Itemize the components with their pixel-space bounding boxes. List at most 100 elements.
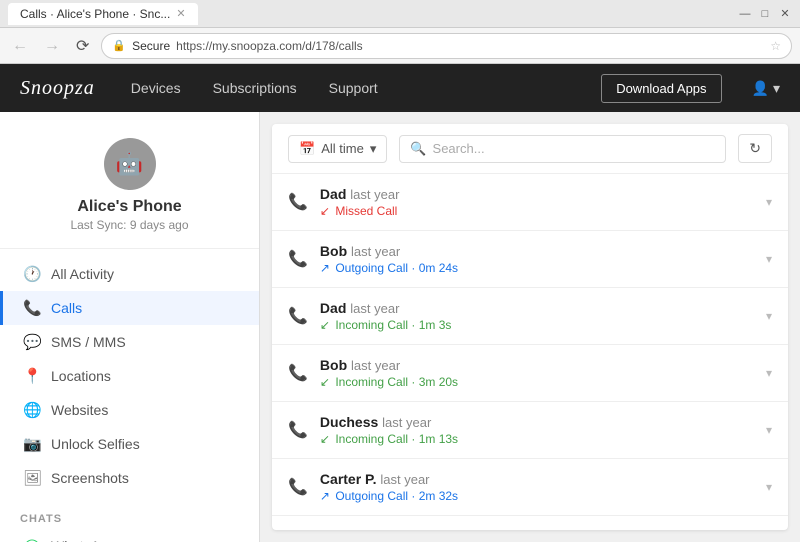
user-chevron-icon: ▾ <box>773 80 780 97</box>
call-item[interactable]: 📞 Lil' Bill last year ↙ Missed Call ▾ <box>272 516 788 530</box>
phone-icon: 📞 <box>288 363 308 383</box>
sidebar-chat-label: WhatsApp <box>51 538 116 542</box>
call-details: Bob last year ↙ Incoming Call · 3m 20s <box>320 357 766 389</box>
sidebar-nav-icon: 📞 <box>23 299 41 317</box>
refresh-button[interactable]: ↻ <box>738 134 772 163</box>
nav-devices[interactable]: Devices <box>125 76 187 100</box>
call-direction-icon: ↙ <box>320 432 330 446</box>
sidebar-nav-icon: 🌐 <box>23 401 41 419</box>
url-text: https://my.snoopza.com/d/178/calls <box>176 39 363 53</box>
call-type-label: Incoming Call · 1m 3s <box>335 318 451 332</box>
call-item[interactable]: 📞 Dad last year ↙ Missed Call ▾ <box>272 174 788 231</box>
call-details: Dad last year ↙ Incoming Call · 1m 3s <box>320 300 766 332</box>
call-item[interactable]: 📞 Duchess last year ↙ Incoming Call · 1m… <box>272 402 788 459</box>
user-menu-button[interactable]: 👤 ▾ <box>752 80 780 97</box>
sidebar-item-label: All Activity <box>51 266 114 282</box>
call-type-label: Incoming Call · 3m 20s <box>335 375 458 389</box>
sidebar-item-label: SMS / MMS <box>51 334 126 350</box>
nav-support[interactable]: Support <box>323 76 384 100</box>
expand-icon[interactable]: ▾ <box>766 366 772 380</box>
phone-name: Alice's Phone <box>16 198 243 216</box>
expand-icon[interactable]: ▾ <box>766 480 772 494</box>
nav-subscriptions[interactable]: Subscriptions <box>207 76 303 100</box>
tab-close-icon[interactable]: ✕ <box>176 7 185 20</box>
bookmark-icon[interactable]: ☆ <box>770 39 781 53</box>
call-meta: ↙ Incoming Call · 1m 13s <box>320 432 766 446</box>
call-item[interactable]: 📞 Bob last year ↗ Outgoing Call · 0m 24s… <box>272 231 788 288</box>
main-content: 📅 All time ▾ 🔍 Search... ↻ 📞 Dad last ye… <box>272 124 788 530</box>
call-meta: ↙ Missed Call <box>320 204 766 218</box>
sidebar-nav-icon: 📷 <box>23 435 41 453</box>
whatsapp-icon: ◯ <box>23 537 41 542</box>
time-filter-button[interactable]: 📅 All time ▾ <box>288 135 387 163</box>
sync-status: Last Sync: 9 days ago <box>16 218 243 232</box>
phone-icon: 📞 <box>288 192 308 212</box>
sidebar-nav: 🕐 All Activity 📞 Calls 💬 SMS / MMS 📍 Loc… <box>0 249 259 503</box>
browser-tab[interactable]: Calls · Alice's Phone · Snc... ✕ <box>8 3 198 25</box>
call-item[interactable]: 📞 Bob last year ↙ Incoming Call · 3m 20s… <box>272 345 788 402</box>
call-type-label: Outgoing Call · 2m 32s <box>335 489 458 503</box>
url-bar[interactable]: 🔒 Secure https://my.snoopza.com/d/178/ca… <box>101 33 792 59</box>
download-apps-button[interactable]: Download Apps <box>601 74 721 103</box>
sidebar-item-unlock-selfies[interactable]: 📷 Unlock Selfies <box>0 427 259 461</box>
call-meta: ↙ Incoming Call · 3m 20s <box>320 375 766 389</box>
call-type-label: Incoming Call · 1m 13s <box>335 432 458 446</box>
call-direction-icon: ↙ <box>320 375 330 389</box>
call-contact-name: Duchess last year <box>320 414 766 430</box>
maximize-icon[interactable]: □ <box>758 7 772 21</box>
call-meta: ↗ Outgoing Call · 2m 32s <box>320 489 766 503</box>
call-contact-name: Lil' Bill last year <box>320 528 766 530</box>
call-contact-name: Carter P. last year <box>320 471 766 487</box>
call-direction-icon: ↙ <box>320 318 330 332</box>
calendar-icon: 📅 <box>299 141 315 157</box>
phone-icon: 📞 <box>288 306 308 326</box>
address-bar: ← → ⟳ 🔒 Secure https://my.snoopza.com/d/… <box>0 28 800 64</box>
expand-icon[interactable]: ▾ <box>766 252 772 266</box>
tab-title: Calls · Alice's Phone · Snc... <box>20 7 170 21</box>
call-contact-name: Bob last year <box>320 357 766 373</box>
search-icon: 🔍 <box>410 141 426 157</box>
call-contact-name: Dad last year <box>320 300 766 316</box>
close-icon[interactable]: ✕ <box>778 7 792 21</box>
sidebar-item-calls[interactable]: 📞 Calls <box>0 291 259 325</box>
sidebar-item-label: Unlock Selfies <box>51 436 140 452</box>
reload-btn[interactable]: ⟳ <box>72 34 93 58</box>
call-details: Bob last year ↗ Outgoing Call · 0m 24s <box>320 243 766 275</box>
expand-icon[interactable]: ▾ <box>766 423 772 437</box>
sidebar-item-sms---mms[interactable]: 💬 SMS / MMS <box>0 325 259 359</box>
forward-btn[interactable]: → <box>40 35 64 57</box>
expand-icon[interactable]: ▾ <box>766 195 772 209</box>
call-contact-name: Dad last year <box>320 186 766 202</box>
call-details: Lil' Bill last year ↙ Missed Call <box>320 528 766 530</box>
call-details: Dad last year ↙ Missed Call <box>320 186 766 218</box>
call-item[interactable]: 📞 Carter P. last year ↗ Outgoing Call · … <box>272 459 788 516</box>
sidebar-chat-items: ◯ WhatsApp f Facebook <box>0 529 259 542</box>
back-btn[interactable]: ← <box>8 35 32 57</box>
minimize-icon[interactable]: — <box>738 7 752 21</box>
expand-icon[interactable]: ▾ <box>766 309 772 323</box>
phone-header: 🤖 Alice's Phone Last Sync: 9 days ago <box>0 128 259 249</box>
calls-list: 📞 Dad last year ↙ Missed Call ▾ 📞 Bob la… <box>272 174 788 530</box>
chats-section-label: CHATS <box>0 503 259 529</box>
call-contact-name: Bob last year <box>320 243 766 259</box>
sidebar-item-locations[interactable]: 📍 Locations <box>0 359 259 393</box>
avatar: 🤖 <box>104 138 156 190</box>
call-meta: ↙ Incoming Call · 1m 3s <box>320 318 766 332</box>
sidebar-nav-icon: 💬 <box>23 333 41 351</box>
call-item[interactable]: 📞 Dad last year ↙ Incoming Call · 1m 3s … <box>272 288 788 345</box>
browser-titlebar: Calls · Alice's Phone · Snc... ✕ — □ ✕ <box>0 0 800 28</box>
call-direction-icon: ↗ <box>320 489 330 503</box>
filter-label: All time <box>321 141 364 156</box>
app-navbar: Snoopza Devices Subscriptions Support Do… <box>0 64 800 112</box>
phone-icon: 📞 <box>288 477 308 497</box>
content-toolbar: 📅 All time ▾ 🔍 Search... ↻ <box>272 124 788 174</box>
sidebar-item-whatsapp[interactable]: ◯ WhatsApp <box>0 529 259 542</box>
sidebar-item-all-activity[interactable]: 🕐 All Activity <box>0 257 259 291</box>
sidebar-item-websites[interactable]: 🌐 Websites <box>0 393 259 427</box>
search-box[interactable]: 🔍 Search... <box>399 135 726 163</box>
call-type-label: Missed Call <box>335 204 397 218</box>
sidebar-nav-icon: 📍 <box>23 367 41 385</box>
sidebar-item-screenshots[interactable]: 🖼 Screenshots <box>0 461 259 495</box>
sidebar-nav-icon: 🖼 <box>23 469 41 487</box>
secure-label: Secure <box>132 39 170 53</box>
